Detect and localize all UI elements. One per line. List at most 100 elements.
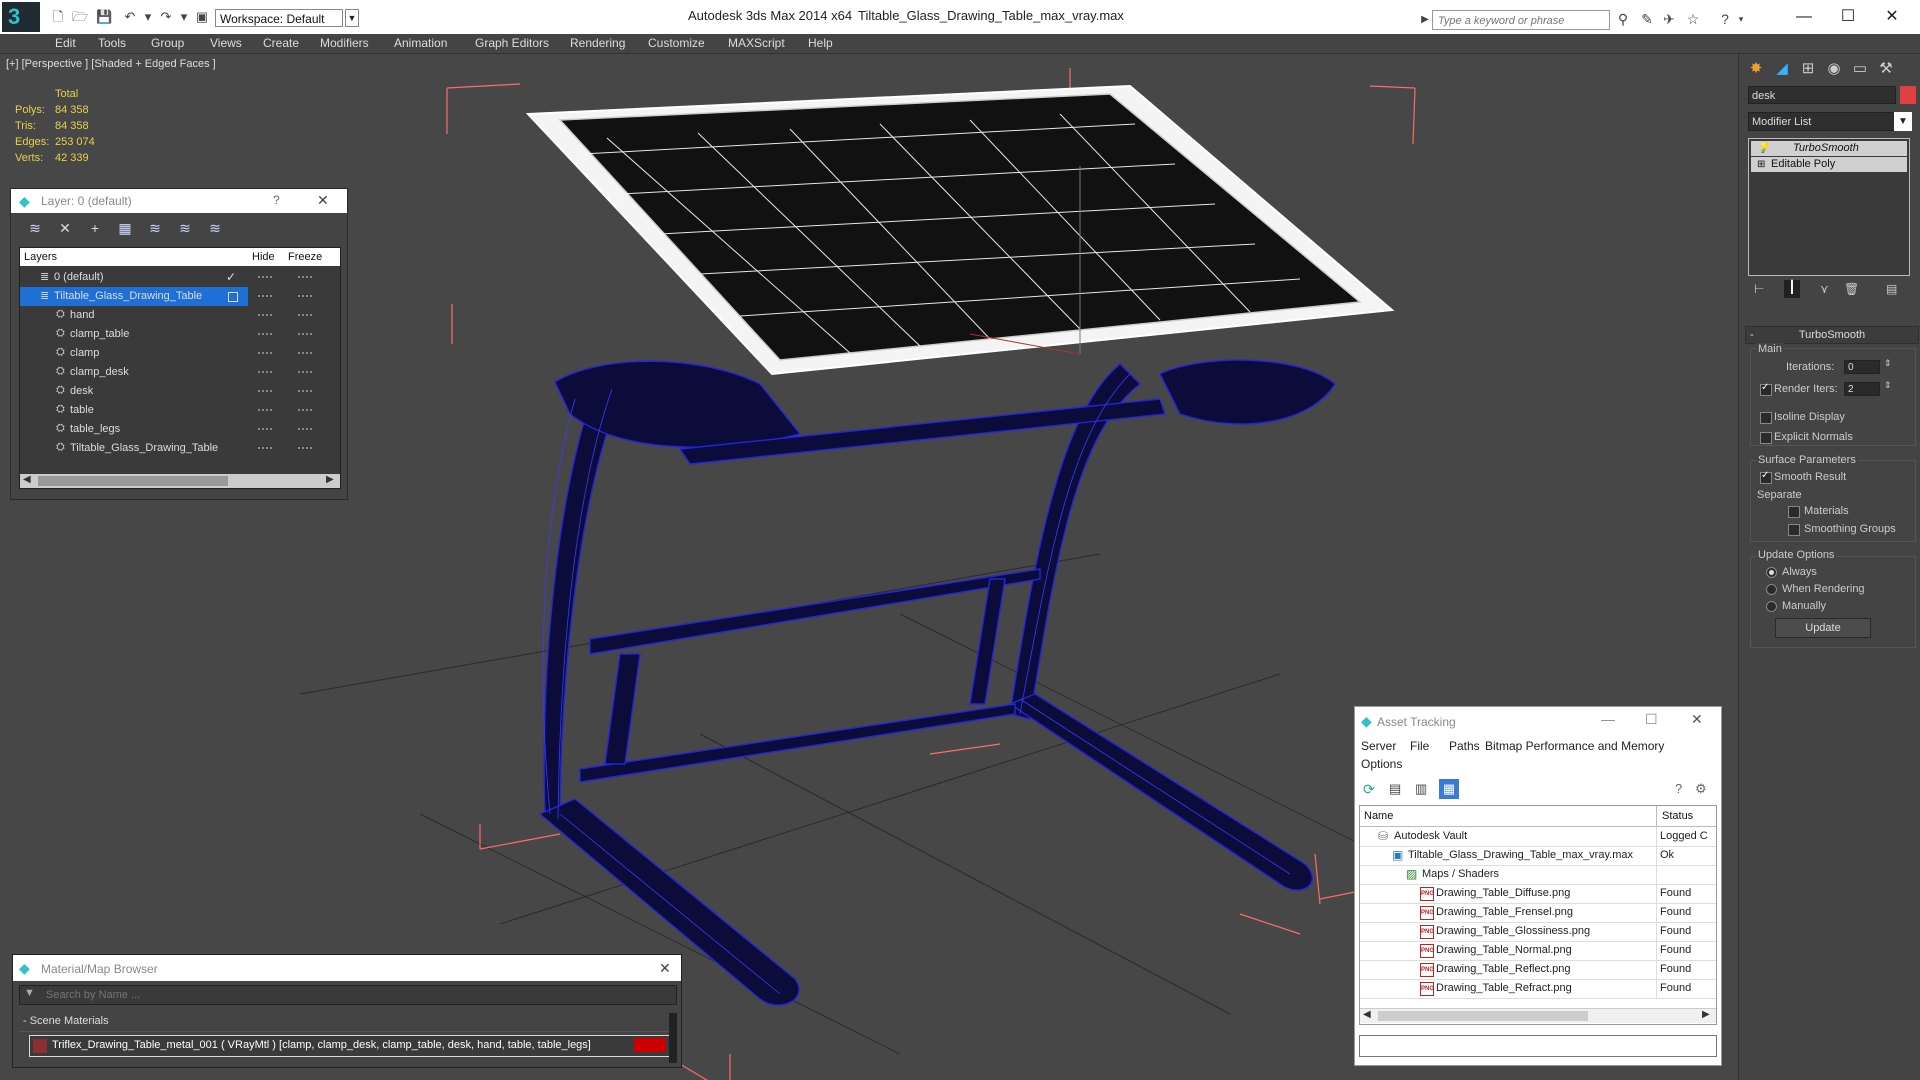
scroll-left-icon[interactable]: ◀ [23, 474, 31, 485]
asset-row[interactable]: PNG Drawing_Table_Diffuse.png Found [1360, 884, 1716, 904]
pin-stack-icon[interactable]: ⊢ [1754, 282, 1764, 296]
project-folder-icon[interactable]: ▣ [194, 9, 210, 25]
asset-row[interactable]: ⛁ Autodesk Vault Logged C [1360, 827, 1716, 847]
redo-dropdown-icon[interactable]: ▾ [176, 9, 192, 25]
configure-sets-icon[interactable]: ▤ [1886, 282, 1897, 296]
layer-horizontal-scrollbar[interactable]: ◀ ▶ [20, 474, 340, 488]
material-browser-header[interactable]: ◆ Material/Map Browser ✕ [13, 955, 681, 981]
hierarchy-tab-icon[interactable]: ⊞ [1797, 58, 1819, 80]
help-dropdown-icon[interactable]: ▾ [1732, 10, 1750, 28]
redo-icon[interactable]: ↷ [158, 9, 174, 25]
hide-all-layers-icon[interactable]: ≋ [175, 219, 195, 237]
workspace-select[interactable]: Workspace: Default [215, 9, 343, 27]
favorites-star-icon[interactable]: ☆ [1684, 10, 1702, 28]
scroll-right-icon[interactable]: ▶ [326, 474, 334, 485]
asset-path-field[interactable] [1359, 1035, 1717, 1057]
layer-row[interactable]: ≣ 0 (default) ✓ [20, 268, 340, 287]
menu-rendering[interactable]: Rendering [570, 36, 625, 50]
chevron-down-icon[interactable]: ▼ [1894, 112, 1912, 131]
asset-row[interactable]: ▨ Maps / Shaders [1360, 865, 1716, 885]
hide-toggle[interactable] [258, 352, 272, 355]
asset-horizontal-scrollbar[interactable]: ◀ ▶ [1360, 1008, 1716, 1023]
spinner-arrows-icon[interactable]: ⇕ [1884, 380, 1892, 391]
freeze-toggle[interactable] [298, 390, 312, 393]
select-in-layer-icon[interactable]: ▦ [115, 219, 135, 237]
layer-row[interactable]: ⛭ Tiltable_Glass_Drawing_Table [20, 439, 340, 458]
scene-materials-group[interactable]: - Scene Materials [19, 1013, 675, 1032]
freeze-toggle[interactable] [298, 447, 312, 450]
chevron-down-icon[interactable]: ▼ [345, 9, 359, 27]
layer-row[interactable]: ⛭ clamp_table [20, 325, 340, 344]
col-status[interactable]: Status [1662, 810, 1693, 822]
isoline-checkbox[interactable] [1760, 412, 1772, 424]
close-icon[interactable]: ✕ [659, 960, 671, 977]
col-name[interactable]: Name [1364, 810, 1393, 822]
modify-tab-icon[interactable]: ◢ [1771, 58, 1793, 80]
render-iters-checkbox[interactable] [1760, 382, 1772, 396]
refresh-icon[interactable]: ⟳ [1363, 781, 1375, 798]
table-view-icon[interactable]: ▦ [1439, 779, 1459, 799]
undo-dropdown-icon[interactable]: ▾ [140, 9, 156, 25]
modifier-list-dropdown[interactable]: Modifier List [1748, 112, 1912, 131]
freeze-toggle[interactable] [298, 276, 312, 279]
menu-maxscript[interactable]: MAXScript [728, 36, 785, 50]
menu-options[interactable]: Options [1361, 757, 1402, 771]
minimize-button[interactable]: — [1601, 711, 1615, 727]
layer-row[interactable]: ⛭ table_legs [20, 420, 340, 439]
create-tab-icon[interactable]: ✸ [1745, 58, 1767, 80]
lightbulb-icon[interactable]: 💡 [1757, 141, 1769, 156]
freeze-toggle[interactable] [298, 428, 312, 431]
set-current-layer-icon[interactable] [228, 292, 238, 302]
minimize-button[interactable]: — [1782, 5, 1826, 29]
spinner-arrows-icon[interactable]: ⇕ [1884, 358, 1892, 369]
add-layer-icon[interactable]: + [85, 219, 105, 237]
tree-view-icon[interactable]: ▥ [1415, 781, 1427, 797]
list-view-icon[interactable]: ▤ [1389, 781, 1401, 797]
freeze-toggle[interactable] [298, 371, 312, 374]
layer-row[interactable]: ⛭ clamp_desk [20, 363, 340, 382]
search-field[interactable] [1432, 10, 1610, 30]
render-iters-spinner[interactable]: 2 [1844, 382, 1880, 396]
scroll-right-icon[interactable]: ▶ [1702, 1009, 1710, 1020]
motion-tab-icon[interactable]: ◉ [1823, 58, 1845, 80]
freeze-toggle[interactable] [298, 352, 312, 355]
maximize-button[interactable]: ☐ [1826, 5, 1870, 29]
iterations-spinner[interactable]: 0 [1844, 360, 1880, 374]
material-vertical-scrollbar[interactable] [669, 1013, 677, 1063]
object-name-field[interactable]: desk [1748, 86, 1896, 104]
hide-toggle[interactable] [258, 390, 272, 393]
layer-row[interactable]: ⛭ table [20, 401, 340, 420]
menu-tools[interactable]: Tools [98, 36, 126, 50]
expand-plus-icon[interactable]: ⊞ [1757, 157, 1765, 172]
menu-views[interactable]: Views [210, 36, 242, 50]
communication-center-icon[interactable]: ✈ [1660, 10, 1678, 28]
scrollbar-thumb[interactable] [38, 476, 228, 486]
binoculars-icon[interactable]: ⚲ [1614, 10, 1632, 28]
hide-toggle[interactable] [258, 428, 272, 431]
menu-paths[interactable]: Paths [1449, 739, 1480, 753]
asset-row[interactable]: PNG Drawing_Table_Frensel.png Found [1360, 903, 1716, 923]
scrollbar-thumb[interactable] [1378, 1011, 1588, 1021]
make-unique-icon[interactable]: ⋎ [1820, 282, 1829, 296]
stack-item-editable-poly[interactable]: ⊞ Editable Poly [1751, 157, 1907, 172]
open-file-icon[interactable]: 🗁 [72, 9, 88, 25]
material-search-input[interactable] [44, 986, 648, 1004]
turbosmooth-rollout-header[interactable]: - TurboSmooth [1745, 326, 1919, 344]
radio-always[interactable] [1766, 567, 1777, 578]
utilities-tab-icon[interactable]: ⚒ [1875, 58, 1897, 80]
menu-create[interactable]: Create [263, 36, 299, 50]
material-search-field[interactable]: ▼ [19, 985, 677, 1005]
new-file-icon[interactable]: 🗋 [50, 9, 66, 25]
freeze-toggle[interactable] [298, 333, 312, 336]
scroll-left-icon[interactable]: ◀ [1363, 1009, 1371, 1020]
hide-toggle[interactable] [258, 447, 272, 450]
col-hide[interactable]: Hide [252, 251, 275, 263]
highlight-layer-icon[interactable]: ≋ [145, 219, 165, 237]
smoothing-groups-checkbox[interactable] [1788, 524, 1800, 536]
hide-toggle[interactable] [258, 371, 272, 374]
asset-row[interactable]: PNG Drawing_Table_Glossiness.png Found [1360, 922, 1716, 942]
freeze-all-layers-icon[interactable]: ≋ [205, 219, 225, 237]
undo-icon[interactable]: ↶ [122, 9, 138, 25]
radio-manually[interactable] [1766, 601, 1777, 612]
current-layer-check-icon[interactable]: ✓ [226, 270, 236, 284]
